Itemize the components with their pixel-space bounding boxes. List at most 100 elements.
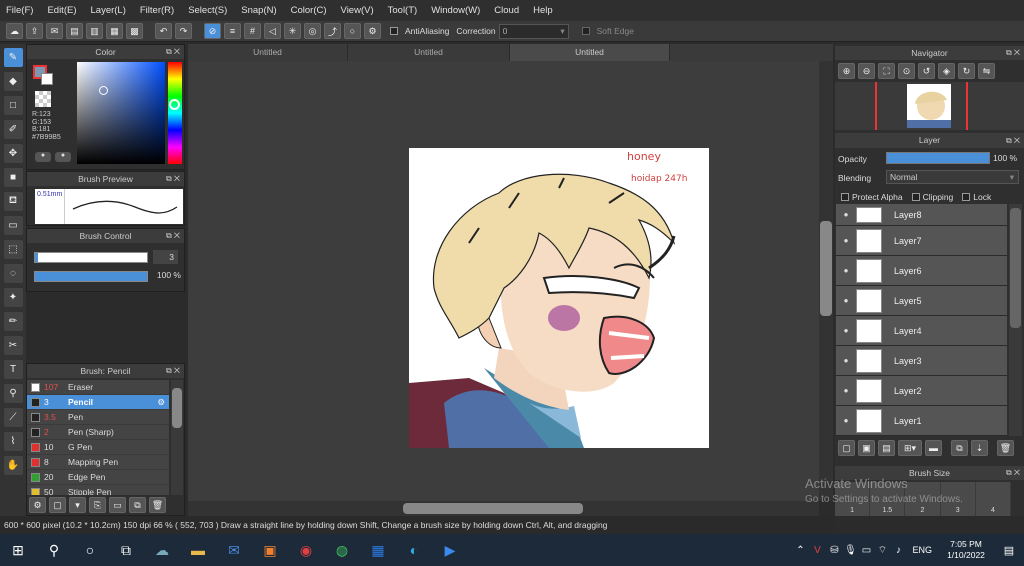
perspective-snap-icon[interactable]: ◁ (264, 23, 281, 39)
panel-close-icon[interactable]: ⧉ ✕ (166, 172, 180, 186)
search-icon[interactable]: ⚲ (36, 534, 72, 566)
microphone-icon[interactable]: 🎙 (842, 534, 858, 566)
duplicate-brush-icon[interactable]: ⧉ (129, 497, 146, 513)
hand-tool-icon[interactable]: ✋ (3, 456, 23, 475)
brush-item[interactable]: 10 G Pen (27, 440, 169, 455)
layer-visibility-icon[interactable]: ● (836, 236, 856, 245)
hue-slider[interactable] (168, 62, 182, 164)
layer-visibility-icon[interactable]: ● (836, 296, 856, 305)
cloud-icon[interactable]: ☁ (6, 23, 23, 39)
save-icon[interactable]: ▤ (66, 23, 83, 39)
zoom-in-icon[interactable]: ⊕ (838, 63, 855, 79)
panel-icon[interactable]: ▦ (106, 23, 123, 39)
brush-item[interactable]: 2 Pen (Sharp) (27, 425, 169, 440)
canvas-horizontal-scrollbar[interactable] (188, 501, 819, 516)
layer-folder-icon[interactable]: ▬ (925, 440, 942, 456)
panel-close-icon[interactable]: ⧉ ✕ (166, 229, 180, 243)
layer-scroll-thumb[interactable] (1010, 208, 1021, 328)
document-icon[interactable]: ▥ (86, 23, 103, 39)
palette-remove-icon[interactable]: ● (55, 152, 71, 162)
brush-size-slider[interactable] (34, 252, 148, 263)
select-eraser-tool-icon[interactable]: ✂ (3, 336, 23, 355)
brush-settings-icon[interactable]: ⚙ (29, 497, 46, 513)
layer-visibility-icon[interactable]: ● (836, 356, 856, 365)
lasso-tool-icon[interactable]: ◌ (3, 264, 23, 283)
merge-layer-icon[interactable]: ⇣ (971, 440, 988, 456)
panel-close-icon[interactable]: ⧉ ✕ (1006, 46, 1020, 60)
tab-untitled-1[interactable]: Untitled (188, 44, 348, 61)
edge-icon[interactable]: ◐ (396, 534, 432, 566)
select-tool-icon[interactable]: ⬚ (3, 240, 23, 259)
grid-icon[interactable]: ▩ (126, 23, 143, 39)
hue-slider-handle[interactable] (169, 99, 180, 110)
flip-icon[interactable]: ⇋ (978, 63, 995, 79)
menu-view[interactable]: View(V) (341, 5, 374, 16)
coccoc-browser-icon[interactable]: ◍ (324, 534, 360, 566)
menu-color[interactable]: Color(C) (291, 5, 327, 16)
rotate-left-icon[interactable]: ↺ (918, 63, 935, 79)
chat-icon[interactable]: ✉ (46, 23, 63, 39)
ellipse-snap-icon[interactable]: ○ (344, 23, 361, 39)
snap-settings-icon[interactable]: ⚙ (364, 23, 381, 39)
fill-rect-tool-icon[interactable]: ■ (3, 168, 23, 187)
brush-item[interactable]: 50 Stipple Pen (27, 485, 169, 495)
parallel-snap-icon[interactable]: ≡ (224, 23, 241, 39)
layer-row[interactable]: ● Layer8 (836, 204, 1007, 226)
menu-layer[interactable]: Layer(L) (91, 5, 126, 16)
calculator-icon[interactable]: ▦ (360, 534, 396, 566)
layer-opacity-slider[interactable] (886, 152, 990, 164)
layer-visibility-icon[interactable]: ● (836, 386, 856, 395)
blending-select[interactable]: Normal ▾ (886, 170, 1019, 184)
file-explorer-icon[interactable]: ▬ (180, 534, 216, 566)
lock-checkbox[interactable] (962, 193, 971, 201)
correction-select[interactable]: 0 ▾ (498, 23, 569, 39)
undo-icon[interactable]: ↶ (155, 23, 172, 39)
new-layer-icon[interactable]: ▢ (838, 440, 855, 456)
medibang-app-icon[interactable]: ☁ (144, 534, 180, 566)
circle-snap-icon[interactable]: ◎ (304, 23, 321, 39)
brush-opacity-slider[interactable] (34, 271, 148, 282)
brush-item[interactable]: 107 Eraser (27, 380, 169, 395)
notification-icon[interactable]: ▤ (994, 534, 1024, 566)
clock[interactable]: 7:05 PM 1/10/2022 (938, 539, 994, 561)
layer-visibility-icon[interactable]: ● (836, 266, 856, 275)
layer-visibility-icon[interactable]: ● (836, 416, 856, 425)
no-snap-icon[interactable]: ⊘ (204, 23, 221, 39)
menu-tool[interactable]: Tool(T) (388, 5, 418, 16)
chrome-icon[interactable]: ◉ (288, 534, 324, 566)
gear-icon[interactable]: ⚙ (157, 397, 165, 408)
menu-snap[interactable]: Snap(N) (241, 5, 276, 16)
input-language[interactable]: ENG (912, 545, 932, 555)
transparent-color-swatch[interactable] (35, 91, 51, 107)
zoom-icon[interactable]: ⊙ (898, 63, 915, 79)
layer-row[interactable]: ● Layer3 (836, 346, 1007, 376)
smudge-tool-icon[interactable]: ✐ (3, 120, 23, 139)
menu-help[interactable]: Help (533, 5, 553, 16)
layer-row[interactable]: ● Layer4 (836, 316, 1007, 346)
volume-icon[interactable]: ♪ (890, 534, 906, 566)
windows-start-icon[interactable]: ⊞ (0, 534, 36, 566)
brush-item[interactable]: 20 Edge Pen (27, 470, 169, 485)
copy-brush-icon[interactable]: ⎘ (89, 497, 106, 513)
layer-row[interactable]: ● Layer6 (836, 256, 1007, 286)
brush-item[interactable]: 3.5 Pen (27, 410, 169, 425)
layer-visibility-icon[interactable]: ● (836, 326, 856, 335)
folder-icon[interactable]: ▭ (109, 497, 126, 513)
radial-snap-icon[interactable]: ✳ (284, 23, 301, 39)
canvas-area[interactable]: honey hoidap 247h (188, 61, 819, 501)
navigator-preview[interactable] (835, 82, 1024, 130)
select-pen-tool-icon[interactable]: ✏ (3, 312, 23, 331)
duplicate-layer-icon[interactable]: ⧉ (951, 440, 968, 456)
battery-icon[interactable]: ▭ (858, 534, 874, 566)
antialiasing-checkbox[interactable] (390, 27, 398, 35)
menu-cloud[interactable]: Cloud (494, 5, 519, 16)
reset-rotation-icon[interactable]: ◈ (938, 63, 955, 79)
canvas-hscroll-thumb[interactable] (403, 503, 583, 514)
artwork-canvas[interactable]: honey hoidap 247h (409, 148, 709, 448)
rotate-right-icon[interactable]: ↻ (958, 63, 975, 79)
menu-window[interactable]: Window(W) (431, 5, 480, 16)
network-icon[interactable]: ⛁ (826, 534, 842, 566)
tab-untitled-3[interactable]: Untitled (510, 44, 670, 61)
delete-layer-icon[interactable]: 🗑 (997, 440, 1014, 456)
brush-tool-icon[interactable]: ✎ (3, 48, 23, 67)
